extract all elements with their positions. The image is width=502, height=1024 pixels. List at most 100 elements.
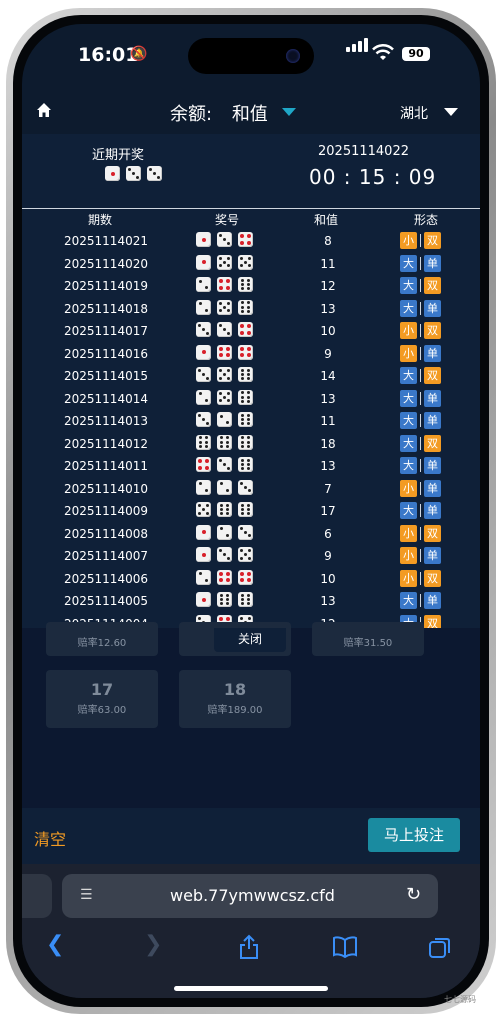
- bet-option-card[interactable]: 18 赔率189.00: [179, 670, 291, 728]
- bet-option-odds: 赔率63.00: [77, 705, 127, 716]
- bet-option-card[interactable]: 赔率12.60: [46, 622, 158, 656]
- divider: [420, 436, 421, 450]
- row-period: 20251114014: [64, 391, 148, 406]
- row-period: 20251114006: [64, 571, 148, 586]
- bet-option-card[interactable]: 赔率31.50: [312, 622, 424, 656]
- share-icon[interactable]: [238, 934, 260, 960]
- divider: [420, 391, 421, 405]
- action-bar: 清空 马上投注: [22, 808, 480, 864]
- table-row: 20251114007 9 小单: [22, 545, 480, 568]
- divider: [420, 526, 421, 540]
- column-numbers: 奖号: [215, 213, 240, 227]
- row-dice: [196, 457, 253, 472]
- row-dice: [196, 277, 253, 292]
- bet-option-card[interactable]: 17 赔率63.00: [46, 670, 158, 728]
- divider: [420, 324, 421, 337]
- row-period: 20251114015: [64, 369, 148, 383]
- row-dice: [196, 592, 253, 607]
- size-badge: 小: [400, 569, 417, 587]
- die-face-3-icon: [196, 322, 211, 337]
- die-face-5-icon: [217, 254, 232, 270]
- row-sum: 6: [324, 526, 332, 541]
- browser-toolbar: ☰ web.77ymwwcsz.cfd ↻ ❮ ❯: [22, 864, 480, 998]
- table-row: 20251114014 13 大单: [22, 388, 480, 411]
- divider: [420, 256, 421, 270]
- wifi-icon: [372, 44, 394, 60]
- table-row: 20251114006 10 小双: [22, 568, 480, 591]
- parity-badge: 单: [424, 412, 441, 429]
- row-dice: [196, 412, 253, 427]
- address-bar[interactable]: ☰ web.77ymwwcsz.cfd ↻: [62, 874, 438, 918]
- balance-label: 余额:: [170, 104, 213, 125]
- home-icon[interactable]: [36, 102, 52, 118]
- bookmarks-icon[interactable]: [332, 936, 358, 958]
- size-badge: 大: [400, 367, 417, 384]
- size-badge: 大: [400, 502, 417, 519]
- die-face-1-icon: [196, 547, 211, 562]
- row-sum: 11: [320, 414, 336, 428]
- close-button[interactable]: 关闭: [214, 628, 286, 652]
- divider: [420, 481, 421, 495]
- die-face-6-icon: [217, 592, 232, 607]
- parity-badge: 单: [424, 479, 441, 497]
- die-face-6-icon: [217, 434, 232, 450]
- divider: [420, 369, 421, 382]
- page-menu-icon[interactable]: ☰: [80, 887, 93, 903]
- bet-type-selector[interactable]: 和值: [232, 104, 268, 125]
- parity-badge: 双: [424, 277, 441, 294]
- row-form: 小双: [400, 569, 441, 587]
- recent-dice: [105, 166, 162, 181]
- die-face-2-icon: [217, 479, 232, 495]
- size-badge: 小: [400, 547, 417, 564]
- table-header: 期数 奖号 和值 形态: [22, 208, 480, 229]
- dynamic-island: [188, 38, 314, 74]
- die-face-2-icon: [196, 299, 211, 315]
- clear-button[interactable]: 清空: [34, 826, 66, 850]
- parity-badge: 双: [424, 367, 441, 384]
- die-face-6-icon: [238, 457, 253, 472]
- place-bet-button[interactable]: 马上投注: [368, 818, 460, 852]
- parity-badge: 单: [424, 299, 441, 317]
- die-face-5-icon: [217, 367, 232, 382]
- forward-icon[interactable]: ❯: [144, 932, 162, 957]
- die-face-6-icon: [196, 434, 211, 450]
- bet-option-odds: 赔率189.00: [207, 705, 263, 716]
- divider: [420, 279, 421, 292]
- row-dice: [196, 232, 253, 247]
- row-dice: [196, 254, 253, 270]
- province-selector[interactable]: 湖北: [400, 103, 428, 123]
- row-sum: 9: [324, 549, 332, 563]
- die-face-3-icon: [238, 524, 253, 540]
- die-face-2-icon: [196, 479, 211, 495]
- row-sum: 11: [320, 256, 336, 271]
- divider: [420, 459, 421, 472]
- bet-type-dropdown-icon[interactable]: [282, 108, 296, 116]
- table-row: 20251114020 11 大单: [22, 253, 480, 276]
- screen: 16:01 🔕 90 余额: 和值 湖北 近期开奖 20251114022 00…: [22, 24, 480, 998]
- tabs-icon[interactable]: [428, 936, 452, 960]
- row-dice: [196, 502, 253, 517]
- row-form: 大单: [400, 457, 441, 474]
- province-dropdown-icon[interactable]: [444, 108, 458, 116]
- divider: [420, 594, 421, 607]
- reload-icon[interactable]: ↻: [406, 884, 421, 905]
- row-dice: [196, 569, 253, 585]
- table-row: 20251114019 12 大双: [22, 275, 480, 298]
- back-icon[interactable]: ❮: [46, 932, 64, 957]
- die-face-3-icon: [196, 412, 211, 427]
- row-period: 20251114019: [64, 279, 148, 293]
- parity-badge: 单: [424, 547, 441, 564]
- countdown-timer: 00 : 15 : 09: [309, 165, 437, 189]
- table-row: 20251114009 17 大单: [22, 500, 480, 523]
- previous-tab-preview[interactable]: [22, 874, 52, 918]
- home-indicator: [174, 986, 328, 991]
- die-face-2-icon: [196, 277, 211, 292]
- die-face-2-icon: [217, 524, 232, 540]
- row-dice: [196, 524, 253, 540]
- row-form: 小单: [400, 547, 441, 564]
- die-face-3-icon: [126, 166, 141, 181]
- table-row: 20251114021 8 小双: [22, 230, 480, 253]
- row-period: 20251114021: [64, 234, 148, 248]
- die-face-1-icon: [105, 166, 120, 181]
- row-period: 20251114016: [64, 346, 148, 361]
